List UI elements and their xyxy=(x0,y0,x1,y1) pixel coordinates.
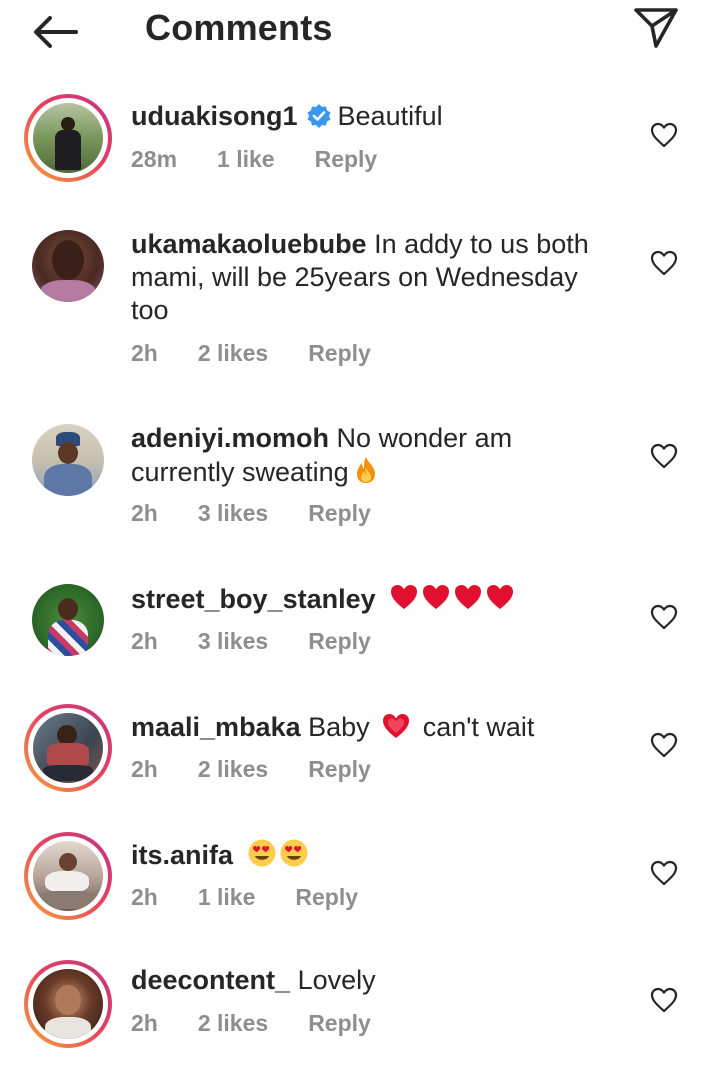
avatar-story-ring[interactable] xyxy=(24,832,112,920)
comment-meta: 2h 3 likes Reply xyxy=(131,628,411,655)
avatar-wrapper[interactable] xyxy=(24,416,112,504)
red-heart-emoji xyxy=(487,585,514,609)
avatar[interactable] xyxy=(32,584,104,656)
comment-meta: 2h 2 likes Reply xyxy=(131,756,411,783)
fire-emoji xyxy=(356,457,375,483)
red-heart-emoji xyxy=(423,585,450,609)
avatar[interactable] xyxy=(33,713,103,783)
comment-body: maali_mbaka Baby can't wait xyxy=(131,710,611,744)
comment-body: deecontent_ Lovely xyxy=(131,964,611,997)
comment-time: 2h xyxy=(131,500,158,526)
like-heart-icon[interactable] xyxy=(650,122,678,148)
comment-time: 2h xyxy=(131,1010,158,1036)
comment-username[interactable]: adeniyi.momoh xyxy=(131,423,329,453)
avatar-story-ring[interactable] xyxy=(24,94,112,182)
comment-likes[interactable]: 3 likes xyxy=(198,628,268,654)
comment-username[interactable]: street_boy_stanley xyxy=(131,584,376,614)
comment-meta: 2h 3 likes Reply xyxy=(131,500,411,527)
like-heart-icon[interactable] xyxy=(650,604,678,630)
reply-button[interactable]: Reply xyxy=(308,628,371,654)
avatar-wrapper[interactable] xyxy=(24,576,112,664)
comment-meta: 2h 2 likes Reply xyxy=(131,1010,411,1037)
avatar[interactable] xyxy=(33,103,103,173)
like-heart-icon[interactable] xyxy=(650,860,678,886)
comment-body: ukamakaoluebube In addy to us both mami,… xyxy=(131,228,611,327)
comment-text-after: can't wait xyxy=(422,712,535,742)
comment-meta: 28m 1 like Reply xyxy=(131,146,417,173)
comment-likes[interactable]: 2 likes xyxy=(198,756,268,782)
red-heart-emoji xyxy=(455,585,482,609)
growing-heart-emoji xyxy=(383,714,410,738)
reply-button[interactable]: Reply xyxy=(308,340,371,366)
comment-username[interactable]: uduakisong1 xyxy=(131,101,298,131)
reply-button[interactable]: Reply xyxy=(308,1010,371,1036)
reply-button[interactable]: Reply xyxy=(308,500,371,526)
comment-username[interactable]: ukamakaoluebube xyxy=(131,229,367,259)
comment-meta: 2h 2 likes Reply xyxy=(131,340,411,367)
comment-body: uduakisong1 Beautiful xyxy=(131,100,611,133)
comment-username[interactable]: its.anifa xyxy=(131,840,233,870)
comment-likes[interactable]: 1 like xyxy=(198,884,256,910)
page-title: Comments xyxy=(145,7,333,48)
comment-likes[interactable]: 3 likes xyxy=(198,500,268,526)
avatar[interactable] xyxy=(33,969,103,1039)
avatar[interactable] xyxy=(32,424,104,496)
reply-button[interactable]: Reply xyxy=(308,756,371,782)
comment-likes[interactable]: 2 likes xyxy=(198,1010,268,1036)
comment-body: street_boy_stanley xyxy=(131,582,611,616)
avatar[interactable] xyxy=(32,230,104,302)
comment-text: Beautiful xyxy=(337,101,443,131)
reply-button[interactable]: Reply xyxy=(295,884,358,910)
like-heart-icon[interactable] xyxy=(650,443,678,469)
avatar-story-ring[interactable] xyxy=(24,960,112,1048)
comment-text-before: Baby xyxy=(308,712,370,742)
red-heart-emoji xyxy=(391,585,418,609)
avatar[interactable] xyxy=(33,841,103,911)
comment-body: adeniyi.momoh No wonder am currently swe… xyxy=(131,422,611,489)
comment-body: its.anifa xyxy=(131,838,611,872)
reply-button[interactable]: Reply xyxy=(315,146,378,172)
heart-eyes-emoji xyxy=(248,839,276,867)
comment-likes[interactable]: 1 like xyxy=(217,146,275,172)
comment-username[interactable]: maali_mbaka xyxy=(131,712,301,742)
verified-badge-icon xyxy=(307,104,331,128)
like-heart-icon[interactable] xyxy=(650,250,678,276)
direct-message-icon[interactable] xyxy=(630,4,682,50)
comment-time: 2h xyxy=(131,756,158,782)
heart-eyes-emoji xyxy=(280,839,308,867)
comment-time: 2h xyxy=(131,628,158,654)
comment-meta: 2h 1 like Reply xyxy=(131,884,398,911)
comment-time: 2h xyxy=(131,340,158,366)
comment-time: 2h xyxy=(131,884,158,910)
header: Comments xyxy=(0,0,720,62)
avatar-wrapper[interactable] xyxy=(24,222,112,310)
comment-time: 28m xyxy=(131,146,178,172)
like-heart-icon[interactable] xyxy=(650,987,678,1013)
avatar-story-ring[interactable] xyxy=(24,704,112,792)
comment-username[interactable]: deecontent_ xyxy=(131,965,290,995)
comment-likes[interactable]: 2 likes xyxy=(198,340,268,366)
comment-text: Lovely xyxy=(297,965,376,995)
like-heart-icon[interactable] xyxy=(650,732,678,758)
back-arrow-icon[interactable] xyxy=(30,12,82,52)
